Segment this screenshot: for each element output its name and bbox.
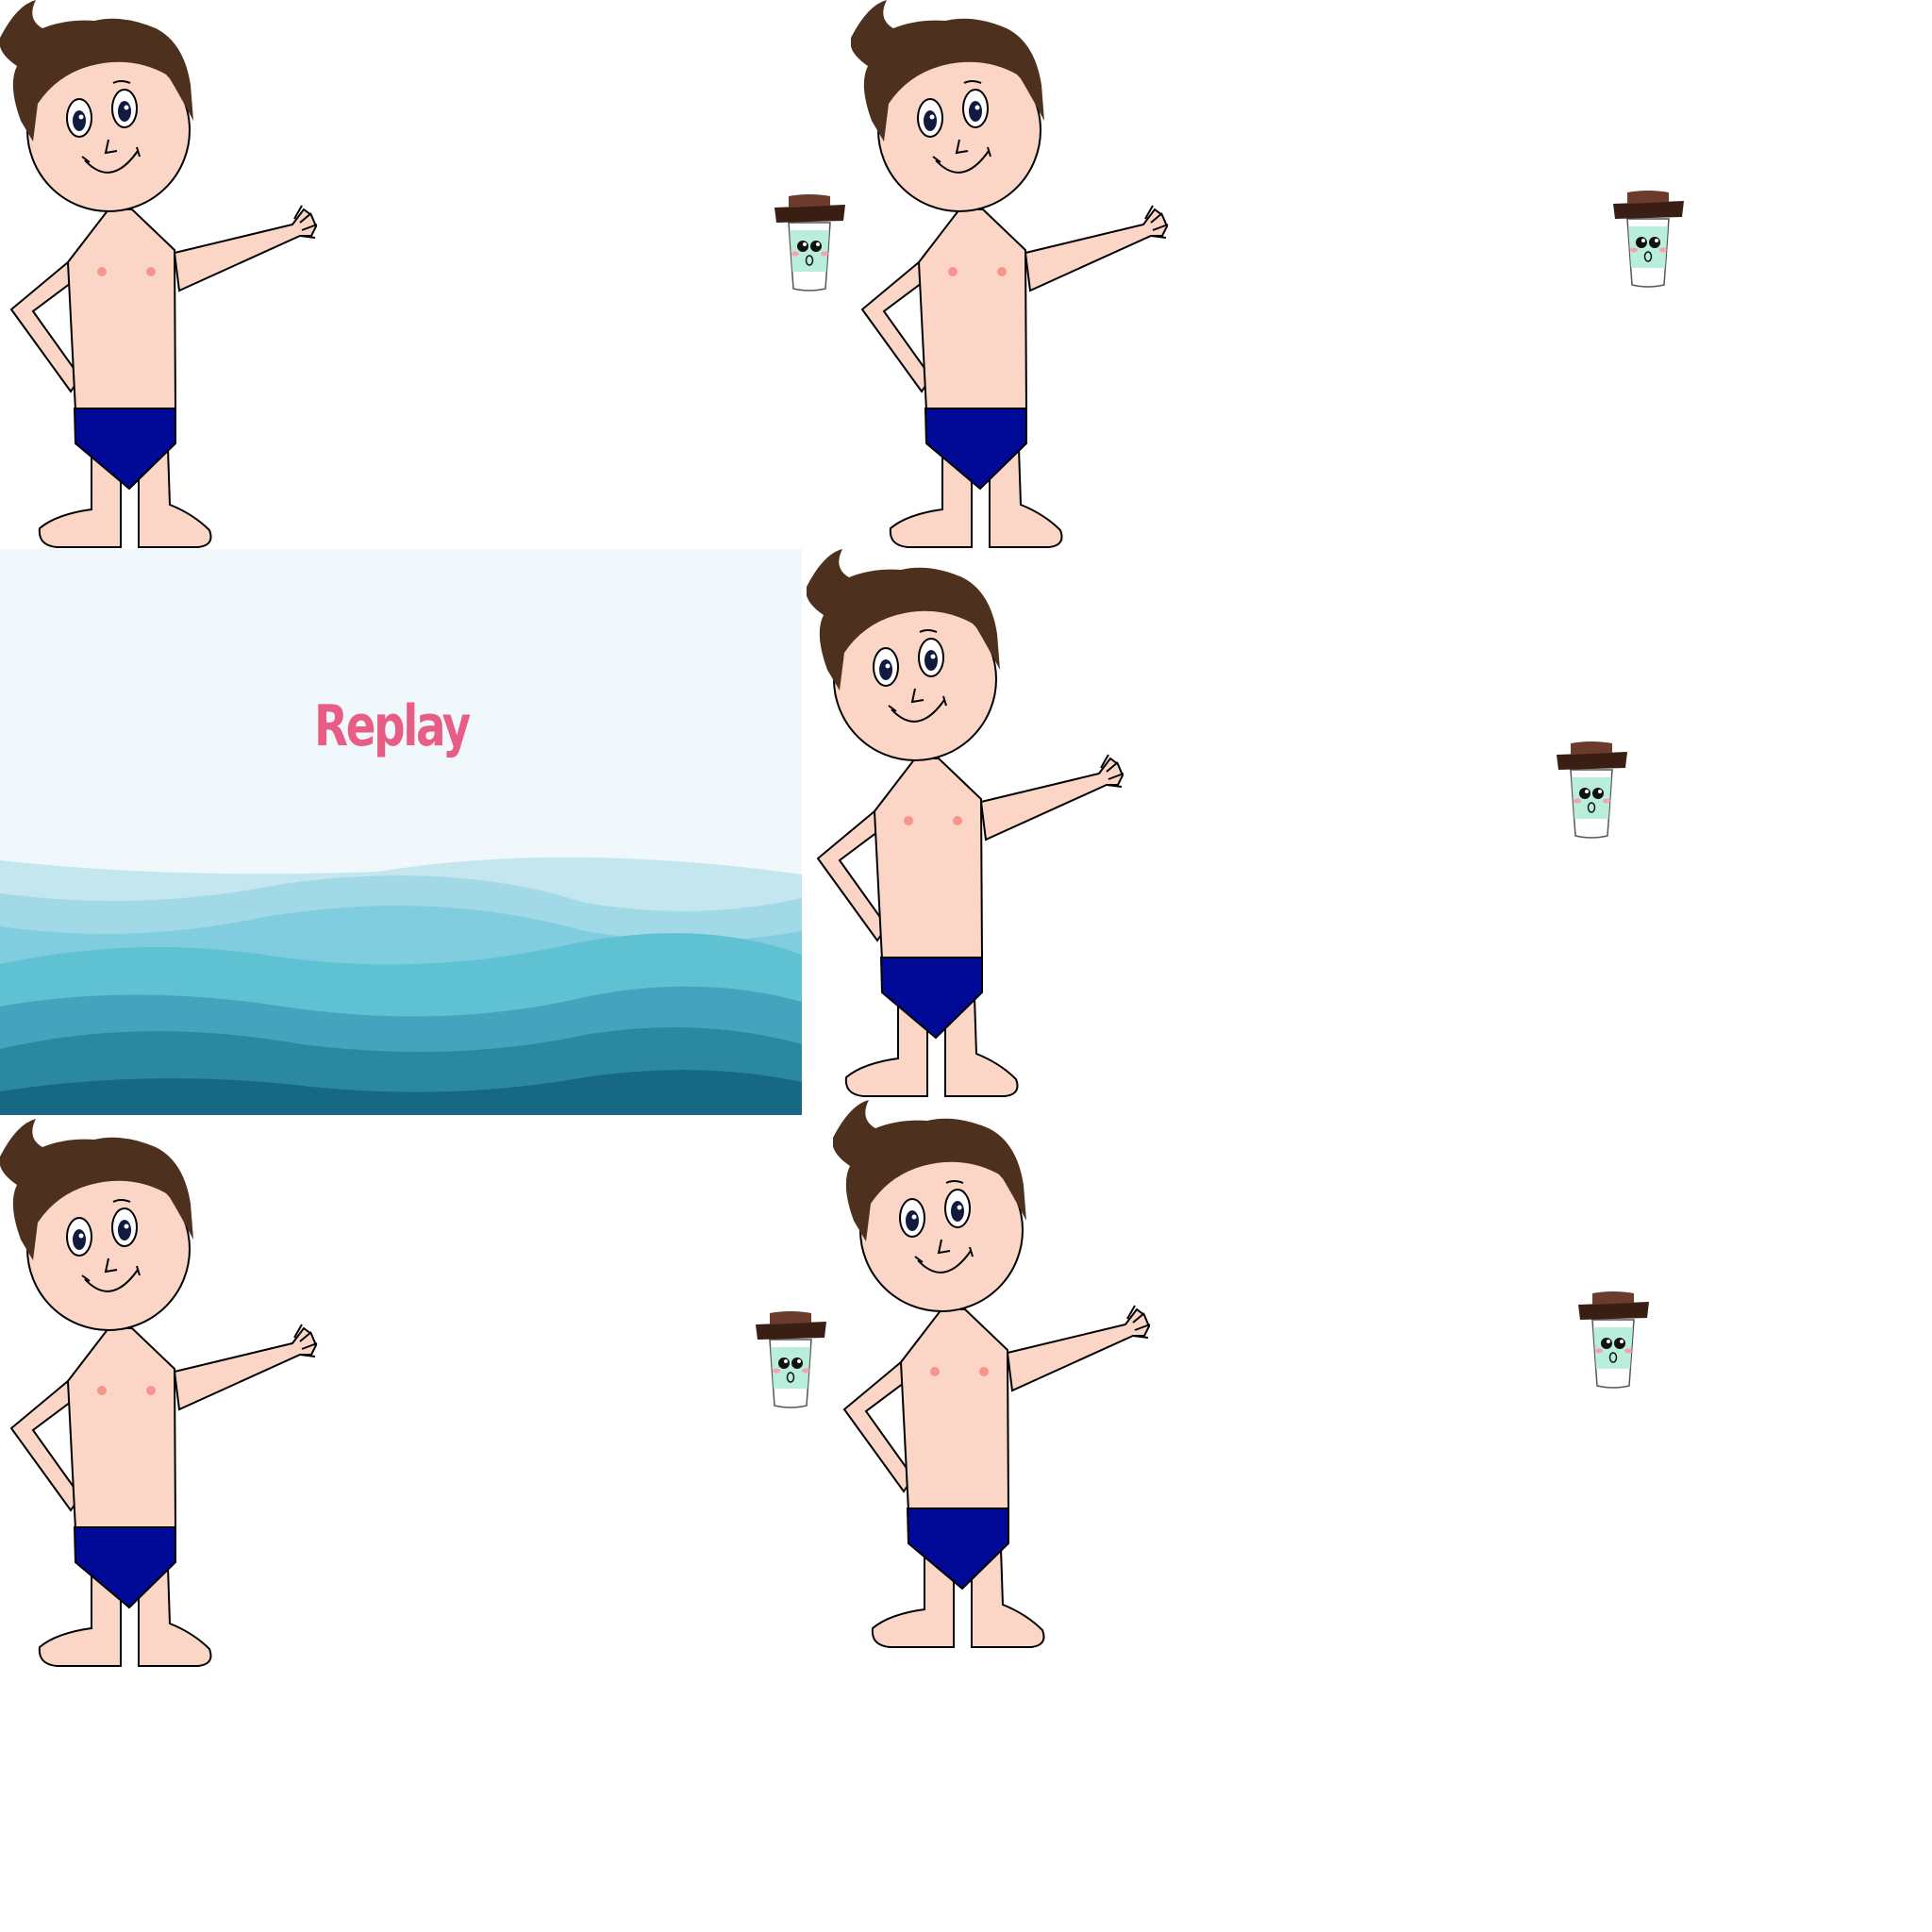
coffee-cup-icon [1554, 741, 1629, 841]
coffee-cup-icon [1575, 1291, 1651, 1391]
boy-character-icon [0, 0, 321, 549]
ocean-waves [0, 857, 802, 1115]
replay-panel: Replay [0, 549, 802, 1115]
coffee-cup-icon [772, 194, 847, 294]
coffee-cup-icon [753, 1311, 828, 1411]
coffee-cup-icon [1610, 191, 1686, 291]
boy-character-icon [807, 549, 1127, 1098]
boy-character-icon [0, 1119, 321, 1668]
boy-character-icon [833, 1100, 1154, 1649]
replay-button[interactable]: Replay [307, 689, 475, 764]
boy-character-icon [851, 0, 1172, 549]
